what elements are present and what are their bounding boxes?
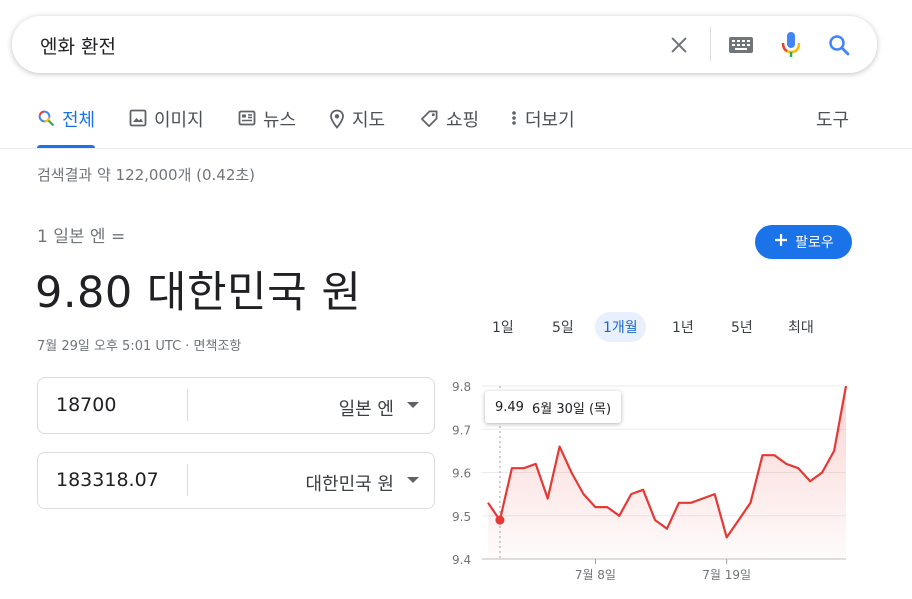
search-tabs: 전체 이미지 뉴스 지도 쇼핑 더보기 도구 <box>0 100 912 148</box>
x-tick-label: 7월 19일 <box>702 568 751 582</box>
y-tick-label: 9.5 <box>452 510 471 524</box>
close-icon[interactable] <box>664 30 694 60</box>
tab-images[interactable]: 이미지 <box>129 100 204 148</box>
range-max[interactable]: 최대 <box>780 312 822 342</box>
hover-point <box>495 515 505 525</box>
conversion-result: 9.80 대한민국 원 <box>35 268 362 318</box>
result-stats: 검색결과 약 122,000개 (0.42초) <box>37 166 256 184</box>
tab-shopping[interactable]: 쇼핑 <box>420 100 479 148</box>
tab-label: 이미지 <box>154 110 204 131</box>
rate-timestamp: 7월 29일 오후 5:01 UTC · 면책조항 <box>37 339 242 354</box>
image-icon <box>129 106 147 132</box>
search-icon[interactable] <box>824 30 854 60</box>
tab-label: 전체 <box>62 110 96 131</box>
range-5d[interactable]: 5일 <box>544 312 582 342</box>
range-1m[interactable]: 1개월 <box>595 312 646 342</box>
tab-more[interactable]: 더보기 <box>510 100 575 148</box>
tooltip-value: 9.49 <box>495 399 524 415</box>
tab-news[interactable]: 뉴스 <box>238 100 296 148</box>
keyboard-icon[interactable] <box>726 30 756 60</box>
tab-label: 뉴스 <box>263 110 297 131</box>
dropdown-arrow-icon[interactable] <box>407 402 419 408</box>
search-bar[interactable]: 엔화 환전 <box>12 16 877 73</box>
y-tick-label: 9.6 <box>452 467 471 481</box>
y-tick-label: 9.8 <box>452 380 471 394</box>
to-currency-select[interactable]: 대한민국 원 <box>305 470 394 496</box>
to-amount-input[interactable]: 183318.07 <box>56 469 159 491</box>
amount-divider <box>187 464 188 496</box>
from-amount-input[interactable]: 18700 <box>56 394 116 416</box>
tab-maps[interactable]: 지도 <box>329 100 385 148</box>
tab-all[interactable]: 전체 <box>37 100 96 148</box>
news-icon <box>238 106 256 132</box>
chart-tooltip: 9.49 6월 30일 (목) <box>485 391 622 423</box>
more-vert-icon <box>510 106 518 132</box>
location-pin-icon <box>329 106 345 134</box>
range-1d[interactable]: 1일 <box>484 312 522 342</box>
follow-button[interactable]: 팔로우 <box>755 225 852 259</box>
to-amount-box: 183318.07 대한민국 원 <box>37 452 435 509</box>
from-currency-label: 1 일본 엔 = <box>37 227 126 247</box>
microphone-icon[interactable] <box>776 30 806 60</box>
range-5y[interactable]: 5년 <box>723 312 761 342</box>
tab-label: 지도 <box>352 110 386 131</box>
from-currency-select[interactable]: 일본 엔 <box>339 395 394 421</box>
tools-button[interactable]: 도구 <box>816 100 849 148</box>
y-tick-label: 9.4 <box>452 553 471 567</box>
tools-label: 도구 <box>816 110 850 131</box>
from-amount-box: 18700 일본 엔 <box>37 377 435 434</box>
range-1y[interactable]: 1년 <box>664 312 702 342</box>
search-icon <box>37 106 55 132</box>
dropdown-arrow-icon[interactable] <box>407 477 419 483</box>
y-tick-label: 9.7 <box>452 423 471 437</box>
amount-divider <box>187 389 188 421</box>
x-tick-label: 7월 8일 <box>575 568 616 582</box>
tabs-divider <box>0 148 912 149</box>
search-input[interactable]: 엔화 환전 <box>40 32 116 59</box>
follow-label: 팔로우 <box>795 235 834 251</box>
tag-icon <box>420 106 439 133</box>
plus-icon <box>773 232 789 252</box>
tooltip-date: 6월 30일 (목) <box>531 401 612 417</box>
tab-label: 더보기 <box>525 110 575 131</box>
search-bar-divider <box>710 27 711 61</box>
tab-label: 쇼핑 <box>446 110 480 131</box>
